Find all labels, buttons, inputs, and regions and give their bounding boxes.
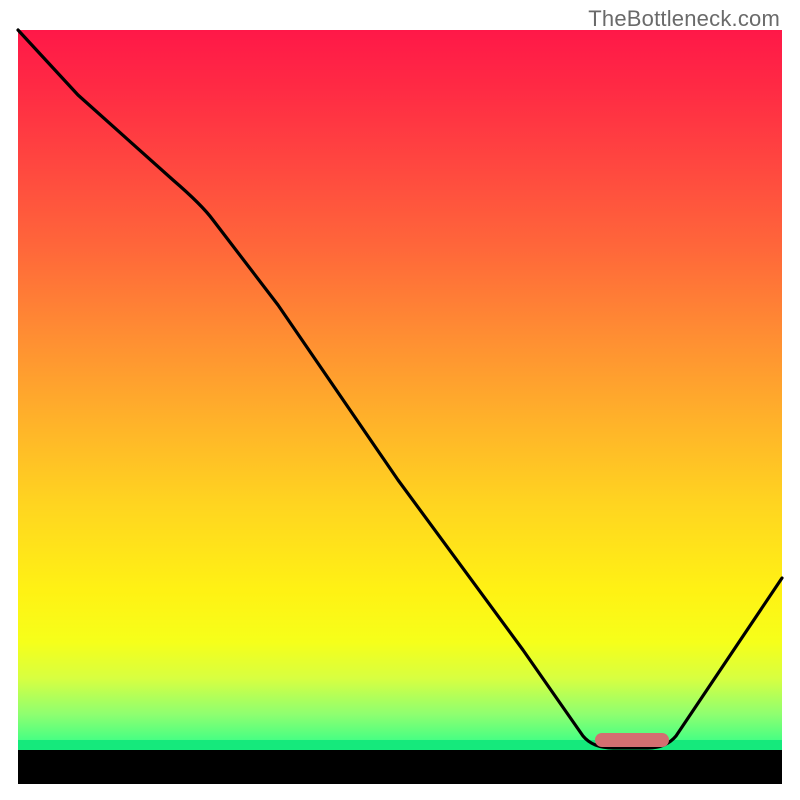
curve-path: [18, 30, 782, 748]
x-axis: [18, 750, 782, 784]
optimal-range-marker: [595, 733, 669, 747]
watermark-text: TheBottleneck.com: [588, 6, 780, 32]
bottleneck-curve: [18, 30, 782, 750]
plot-area: [18, 30, 782, 784]
chart-frame: [18, 30, 782, 784]
